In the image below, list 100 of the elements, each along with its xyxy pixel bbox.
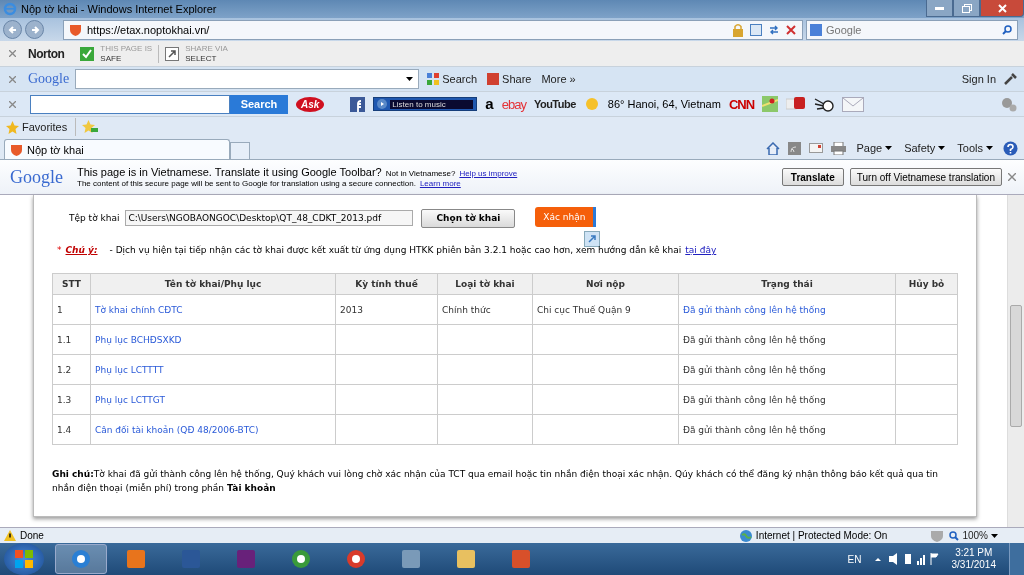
form-link[interactable]: Phụ lục BCHĐSXKD (95, 334, 182, 345)
cnn-logo[interactable]: CNN (728, 96, 755, 112)
sun-icon (583, 96, 600, 112)
form-link[interactable]: Tờ khai chính CĐTC (95, 304, 183, 315)
share-label: SHARE VIA (185, 43, 228, 54)
youtube-logo[interactable]: YouTube (533, 98, 576, 110)
google-plus-icon (487, 73, 500, 85)
close-toolbar-icon[interactable] (9, 50, 16, 57)
scrollbar[interactable] (1007, 195, 1024, 527)
square-app-icon (511, 549, 531, 569)
table-cell: Chi cục Thuế Quận 9 (537, 304, 631, 315)
minimize-button[interactable] (926, 0, 953, 17)
dropdown-caret-icon[interactable] (406, 77, 414, 81)
close-toolbar-icon[interactable] (9, 100, 16, 108)
translate-bar-button[interactable]: Turn off Vietnamese translation (849, 168, 1002, 186)
lock-icon (732, 22, 744, 37)
learn-more-link[interactable]: Learn more (419, 179, 461, 188)
more-button[interactable]: More » (539, 73, 578, 85)
language-question: Not in Vietnamese? (385, 169, 456, 178)
note-label: Chú ý: (65, 245, 98, 255)
search-field[interactable]: Google (806, 19, 1018, 40)
square-app-icon (401, 549, 421, 569)
close-icon[interactable] (1008, 173, 1016, 181)
circle-app-icon (291, 549, 311, 569)
amazon-logo[interactable]: a (485, 97, 494, 111)
table-cell: 1.3 (52, 384, 91, 415)
column-header: Nơi nộp (532, 273, 679, 295)
zoom-button[interactable]: 100% (947, 530, 1000, 541)
google-search-button[interactable]: Search (425, 73, 480, 85)
magnifier-icon (949, 530, 960, 541)
map-icon[interactable] (762, 96, 779, 112)
file-path-field[interactable]: C:\Users\NGOBAONGOC\Desktop\QT_48_CDKT_2013.pdf (125, 210, 414, 226)
column-header: STT (52, 273, 91, 295)
search-icon[interactable] (1002, 24, 1012, 35)
status-text: Đã gửi thành công lên hệ thống (683, 334, 826, 345)
tray-icons-drawing[interactable] (874, 553, 939, 565)
ebay-logo[interactable]: ebay (501, 96, 526, 112)
share-button[interactable]: Share (485, 73, 534, 85)
status-text: Done (20, 530, 44, 541)
caret-icon (986, 146, 993, 150)
ask-search-button[interactable]: Search (230, 94, 288, 114)
address-field[interactable]: https://etax.noptokhai.vn/ (63, 19, 803, 40)
table-cell: 1 (52, 294, 91, 325)
windows-logo-icon (15, 550, 33, 568)
facebook-icon[interactable] (350, 96, 366, 112)
command-menu[interactable]: Safety (902, 142, 948, 154)
square-app-icon (126, 549, 146, 569)
forward-button[interactable] (25, 20, 44, 39)
favorites-button[interactable]: Favorites (4, 120, 70, 134)
check-icon (80, 46, 95, 61)
table-cell: 1.1 (52, 324, 91, 355)
gears-icon[interactable] (1000, 96, 1018, 112)
close-button[interactable] (980, 0, 1024, 17)
home-icon[interactable] (766, 141, 781, 155)
form-link[interactable]: Phụ lục LCTTGT (95, 394, 165, 405)
close-icon (997, 3, 1007, 13)
guide-link[interactable]: tại đây (685, 245, 717, 255)
google-search-field[interactable] (75, 69, 420, 89)
safety-label: THIS PAGE IS (100, 43, 153, 54)
form-link[interactable]: Phụ lục LCTTTT (95, 364, 164, 375)
add-favorite-icon[interactable] (82, 120, 99, 134)
printer-icon[interactable] (831, 141, 847, 155)
sign-in-button[interactable]: Sign In (959, 73, 998, 85)
status-text: Đã gửi thành công lên hệ thống (683, 364, 826, 375)
back-button[interactable] (3, 20, 22, 39)
column-header: Trạng thái (678, 273, 896, 295)
square-app-icon (236, 549, 256, 569)
weather-button[interactable]: 86° Hanoi, 64, Vietnam (607, 98, 721, 110)
google-logo: Google (10, 166, 63, 188)
command-menu[interactable]: Page (854, 142, 895, 154)
circle-app-icon (71, 549, 91, 569)
table-cell: 2013 (340, 304, 363, 315)
privacy-note: The content of this secure page will be sent to Google for translation using a secure connection. (77, 179, 416, 188)
column-header: Loại tờ khai (437, 273, 533, 295)
choose-file-button[interactable]: Chọn tờ khai (421, 208, 516, 228)
mail-icon[interactable] (809, 143, 824, 153)
browser-tab[interactable]: Nộp tờ khai (4, 139, 230, 159)
help-icon[interactable] (1003, 140, 1018, 156)
table-cell: 1.2 (52, 354, 91, 385)
taskbar-app-button[interactable] (55, 544, 107, 574)
restore-icon (961, 3, 972, 13)
refresh-icon (768, 23, 780, 36)
envelope-icon[interactable] (842, 96, 865, 112)
clock[interactable]: 3:21 PM 3/31/2014 (951, 547, 996, 571)
wrench-icon[interactable] (1004, 73, 1018, 85)
start-button[interactable] (4, 543, 44, 575)
norton-logo: Norton (28, 46, 65, 61)
maximize-button[interactable] (953, 0, 980, 17)
music-player[interactable]: Listen to music (373, 97, 478, 111)
ask-search-field[interactable] (30, 94, 230, 114)
language-indicator[interactable]: EN (847, 553, 862, 565)
squares-icon (427, 73, 440, 85)
close-toolbar-icon[interactable] (9, 75, 16, 83)
browser-logo-icon (3, 2, 17, 16)
ask-logo[interactable]: Ask (296, 96, 325, 112)
circle-app-icon (346, 549, 366, 569)
help-link[interactable]: Help us improve (459, 169, 518, 178)
command-menu[interactable]: Tools (955, 142, 995, 154)
translate-bar-button[interactable]: Translate (781, 168, 844, 186)
column-header: Hủy bỏ (895, 273, 958, 295)
